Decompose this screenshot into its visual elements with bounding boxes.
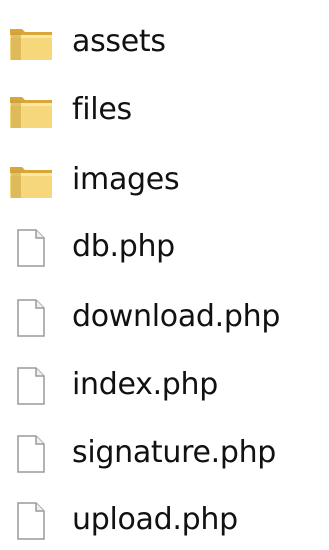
file-icon bbox=[8, 501, 54, 541]
file-list: assets files images db.php download.php … bbox=[0, 0, 329, 544]
file-name: upload.php bbox=[72, 502, 238, 537]
file-item-signature-php[interactable]: signature.php bbox=[0, 421, 329, 483]
file-item-upload-php[interactable]: upload.php bbox=[0, 488, 329, 550]
folder-icon bbox=[8, 91, 54, 131]
file-icon bbox=[8, 228, 54, 268]
file-name: assets bbox=[72, 24, 166, 59]
file-item-db-php[interactable]: db.php bbox=[0, 215, 329, 277]
file-name: db.php bbox=[72, 229, 175, 264]
file-item-assets[interactable]: assets bbox=[0, 10, 329, 72]
file-name: index.php bbox=[72, 367, 219, 402]
file-icon bbox=[8, 366, 54, 406]
file-item-index-php[interactable]: index.php bbox=[0, 353, 329, 415]
file-name: signature.php bbox=[72, 435, 277, 470]
folder-icon bbox=[8, 23, 54, 63]
file-item-images[interactable]: images bbox=[0, 148, 329, 210]
file-icon bbox=[8, 434, 54, 474]
file-item-download-php[interactable]: download.php bbox=[0, 285, 329, 347]
file-name: files bbox=[72, 92, 132, 127]
file-item-files[interactable]: files bbox=[0, 78, 329, 140]
file-name: download.php bbox=[72, 299, 281, 334]
file-icon bbox=[8, 298, 54, 338]
folder-icon bbox=[8, 161, 54, 201]
file-name: images bbox=[72, 162, 180, 197]
